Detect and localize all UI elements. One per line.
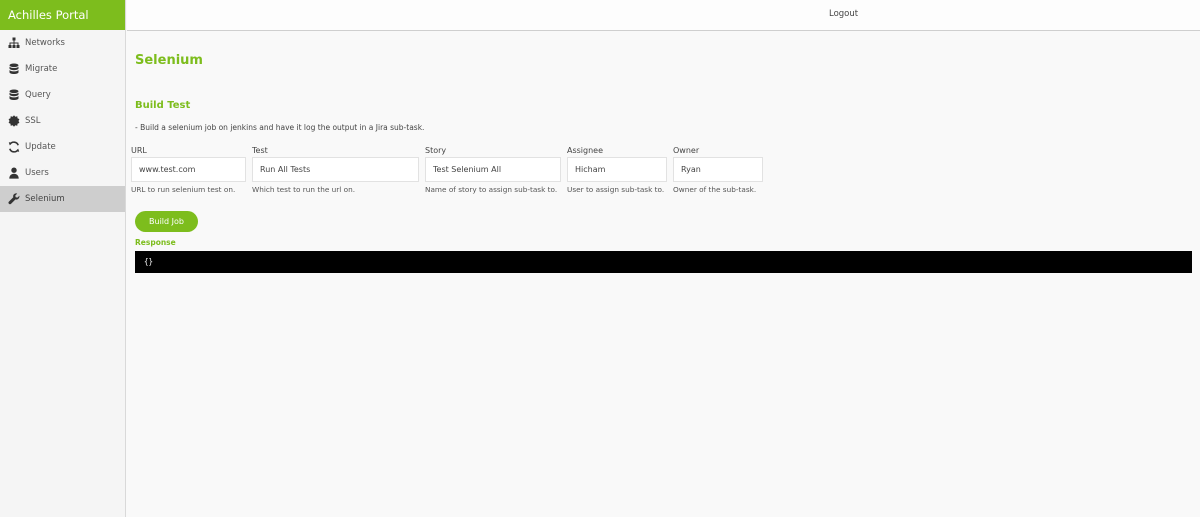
refresh-icon: [8, 141, 20, 153]
owner-help-text: Owner of the sub-task.: [673, 185, 757, 194]
assignee-label: Assignee: [567, 146, 604, 155]
story-help-text: Name of story to assign sub-task to.: [425, 185, 558, 194]
certificate-icon: [8, 115, 20, 127]
test-input[interactable]: [252, 157, 419, 182]
sidebar-item-users[interactable]: Users: [0, 160, 125, 186]
story-label: Story: [425, 146, 447, 155]
assignee-input[interactable]: [567, 157, 667, 182]
test-help-text: Which test to run the url on.: [252, 185, 356, 194]
owner-field: Owner Owner of the sub-task.: [673, 145, 763, 194]
section-title: Build Test: [135, 100, 191, 111]
url-label: URL: [131, 146, 147, 155]
owner-label: Owner: [673, 146, 700, 155]
sidebar-item-migrate[interactable]: Migrate: [0, 56, 125, 82]
brand-title[interactable]: Achilles Portal: [0, 0, 125, 30]
sidebar-item-label: Update: [25, 142, 56, 152]
url-field: URL URL to run selenium test on.: [131, 145, 246, 194]
sidebar-item-networks[interactable]: Networks: [0, 30, 125, 56]
sidebar-item-selenium[interactable]: Selenium: [0, 186, 125, 212]
wrench-icon: [8, 193, 20, 205]
description-text: - Build a selenium job on jenkins and ha…: [135, 123, 425, 132]
test-field: Test Which test to run the url on.: [252, 145, 419, 194]
sidebar-item-label: Networks: [25, 38, 65, 48]
response-output[interactable]: {}: [135, 251, 1192, 273]
sidebar-item-label: Selenium: [25, 194, 65, 204]
sidebar-item-label: SSL: [25, 116, 41, 126]
logout-link[interactable]: Logout: [829, 9, 858, 19]
database-icon: [8, 63, 20, 75]
page-title: Selenium: [135, 53, 203, 68]
assignee-field: Assignee User to assign sub-task to.: [567, 145, 667, 194]
story-input[interactable]: [425, 157, 561, 182]
main-content: Selenium Build Test - Build a selenium j…: [127, 31, 1200, 517]
sidebar-item-label: Migrate: [25, 64, 58, 74]
sitemap-icon: [8, 37, 20, 49]
sidebar-item-ssl[interactable]: SSL: [0, 108, 125, 134]
assignee-help-text: User to assign sub-task to.: [567, 185, 665, 194]
response-label: Response: [135, 238, 176, 247]
sidebar-item-label: Query: [25, 90, 51, 100]
database-icon: [8, 89, 20, 101]
url-input[interactable]: [131, 157, 246, 182]
test-label: Test: [252, 146, 268, 155]
sidebar-item-query[interactable]: Query: [0, 82, 125, 108]
story-field: Story Name of story to assign sub-task t…: [425, 145, 561, 194]
sidebar-item-label: Users: [25, 168, 49, 178]
build-job-button[interactable]: Build Job: [135, 211, 198, 232]
user-icon: [8, 167, 20, 179]
owner-input[interactable]: [673, 157, 763, 182]
sidebar-item-update[interactable]: Update: [0, 134, 125, 160]
sidebar: Achilles Portal Networks Migrate Query S…: [0, 0, 126, 517]
url-help-text: URL to run selenium test on.: [131, 185, 236, 194]
top-bar: Logout: [127, 0, 1200, 31]
